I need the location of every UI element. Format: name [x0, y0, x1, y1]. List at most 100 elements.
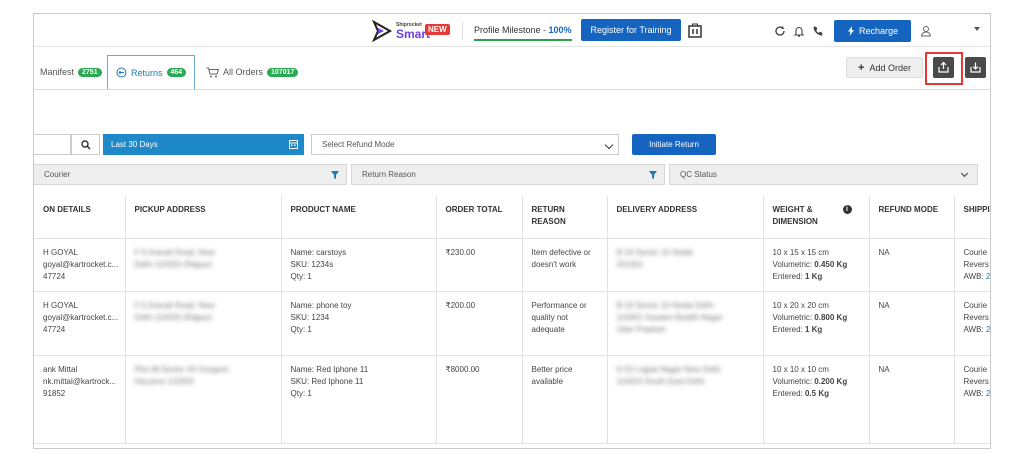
- product-sku: SKU: 1234: [290, 312, 330, 322]
- address-line: Plot 48 Sector 44 Gurgaon: [134, 364, 230, 374]
- customer-name: H GOYAL: [43, 300, 78, 310]
- dimension: 10 x 15 x 15 cm: [772, 247, 829, 257]
- pickup-address-cell: F-5 Aravali Road, New Delhi 110020 (Rajpu…: [125, 238, 282, 292]
- date-range-label: Last 30 Days: [111, 140, 158, 149]
- return-reason-filter[interactable]: Return Reason: [351, 164, 665, 185]
- account-dropdown-caret[interactable]: [974, 27, 980, 31]
- column-header-return-reason[interactable]: RETURN REASON: [522, 196, 608, 239]
- search-input[interactable]: [34, 134, 71, 155]
- milestone-progress-bar: [474, 39, 572, 41]
- chevron-down-icon: [960, 169, 969, 178]
- initiate-return-button[interactable]: Initiate Return: [632, 134, 716, 155]
- shipping-line: Revers: [963, 259, 989, 269]
- refund-mode-select[interactable]: Select Refund Mode: [311, 134, 619, 155]
- column-header-delivery-address[interactable]: DELIVERY ADDRESS: [607, 196, 764, 239]
- table-row[interactable]: H GOYAL goyal@kartrocket.c... 47724 F-5 Ar…: [34, 238, 990, 292]
- address-line: F-5 Aravali Road, New: [134, 247, 215, 257]
- recharge-button[interactable]: Recharge: [834, 20, 911, 42]
- column-header-product-name[interactable]: PRODUCT NAME: [281, 196, 437, 239]
- customer-email: goyal@kartrocket.c...: [43, 312, 119, 322]
- customer-name: ank Mittal: [43, 364, 78, 374]
- import-button[interactable]: [965, 57, 986, 78]
- search-button[interactable]: [71, 134, 100, 155]
- column-header-weight-dimension[interactable]: WEIGHT & DIMENSION i: [763, 196, 870, 239]
- table-row[interactable]: H GOYAL goyal@kartrocket.c... 47724 F-5 Ar…: [34, 291, 990, 356]
- app-frame: Shiprocket Smart NEW Profile Milestone -…: [33, 13, 991, 449]
- address-line: B-19 Sector 10 Noida: [616, 247, 694, 257]
- column-header-order-total[interactable]: ORDER TOTAL: [436, 196, 523, 239]
- phone-icon[interactable]: [812, 25, 824, 37]
- calendar-icon: [289, 140, 298, 149]
- order-details-cell: ank Mittal nk.mittal@kartrock... 91852: [34, 355, 126, 444]
- filter-row-primary: Last 30 Days Select Refund Mode Initiate…: [34, 134, 990, 156]
- returns-icon: [116, 67, 127, 78]
- address-line: Delhi 110020 (Rajpur): [134, 259, 213, 269]
- dimension: 10 x 10 x 10 cm: [772, 364, 829, 374]
- register-training-button[interactable]: Register for Training: [581, 19, 681, 41]
- refund-mode-cell: NA: [869, 291, 955, 356]
- awb-label: AWB:: [963, 271, 986, 281]
- entered-weight: 0.5 Kg: [804, 388, 829, 398]
- refresh-icon[interactable]: [774, 25, 786, 37]
- refund-mode-placeholder: Select Refund Mode: [322, 140, 395, 149]
- customer-phone: 91852: [43, 388, 66, 398]
- customer-phone: 47724: [43, 271, 66, 281]
- awb-link[interactable]: 2: [986, 272, 990, 281]
- shipping-line: Courie: [963, 247, 988, 257]
- shipping-line: Revers: [963, 376, 989, 386]
- filter-icon: [331, 171, 339, 179]
- table-header-row: ON DETAILS PICKUP ADDRESS PRODUCT NAME O…: [34, 196, 990, 239]
- shipping-line: Courie: [963, 300, 988, 310]
- awb-label: AWB:: [963, 324, 986, 334]
- awb-link[interactable]: 2: [986, 325, 990, 334]
- customer-email: goyal@kartrocket.c...: [43, 259, 119, 269]
- milestone-value: 100%: [548, 25, 572, 35]
- cart-icon: [206, 67, 219, 77]
- delivery-address-cell: B-19 Sector 10 Noida 201301: [607, 238, 764, 292]
- product-sku: SKU: 1234s: [290, 259, 334, 269]
- shipping-cell: Courie Revers AWB: 2: [954, 291, 990, 356]
- product-qty: Qty: 1: [290, 324, 312, 334]
- awb-link[interactable]: 2: [986, 389, 990, 398]
- address-line: Delhi 110020 (Rajpur): [134, 312, 213, 322]
- courier-label: Courier: [44, 170, 71, 179]
- tab-returns[interactable]: Returns 464: [107, 55, 196, 89]
- reason-line: adequate: [531, 324, 565, 334]
- user-icon[interactable]: [920, 25, 932, 37]
- qc-status-filter[interactable]: QC Status: [669, 164, 978, 185]
- column-header-refund-mode[interactable]: REFUND MODE: [869, 196, 955, 239]
- customer-email: nk.mittal@kartrock...: [43, 376, 117, 386]
- customer-name: H GOYAL: [43, 247, 78, 257]
- refund-mode-cell: NA: [869, 238, 955, 292]
- courier-filter[interactable]: Courier: [34, 164, 347, 185]
- profile-milestone[interactable]: Profile Milestone - 100%: [474, 25, 572, 35]
- weight-cell: 10 x 10 x 10 cm Volumetric: 0.200 Kg Enter…: [763, 355, 870, 444]
- column-header-shipping[interactable]: SHIPPI: [954, 196, 990, 239]
- top-bar: Shiprocket Smart NEW Profile Milestone -…: [34, 14, 990, 47]
- order-total-cell: ₹230.00: [436, 238, 523, 292]
- tab-all-orders[interactable]: All Orders 107017: [206, 55, 299, 89]
- info-icon[interactable]: i: [842, 205, 852, 215]
- briefcase-icon[interactable]: [688, 23, 702, 38]
- count-badge: 464: [166, 68, 187, 77]
- refund-mode-cell: NA: [869, 355, 955, 444]
- tab-manifest[interactable]: Manifest 2751: [40, 55, 102, 89]
- add-order-button[interactable]: + Add Order: [846, 57, 923, 78]
- shipping-line: Revers: [963, 312, 989, 322]
- product-name: Name: phone toy: [290, 300, 352, 310]
- recharge-label: Recharge: [858, 26, 899, 36]
- column-header-order-details[interactable]: ON DETAILS: [34, 196, 126, 239]
- address-line: Haryana 122003: [134, 376, 194, 386]
- filter-icon: [649, 171, 657, 179]
- order-details-cell: H GOYAL goyal@kartrocket.c... 47724: [34, 291, 126, 356]
- delivery-address-cell: B-19 Sector 10 Noida Delhi 110001 Gautam …: [607, 291, 764, 356]
- entered-label: Entered:: [772, 388, 805, 398]
- table-row[interactable]: ank Mittal nk.mittal@kartrock... 91852 Plo…: [34, 355, 990, 444]
- column-header-pickup-address[interactable]: PICKUP ADDRESS: [125, 196, 282, 239]
- entered-weight: 1 Kg: [804, 324, 823, 334]
- bell-icon[interactable]: [793, 25, 805, 37]
- date-range-picker[interactable]: Last 30 Days: [103, 134, 304, 155]
- shiprocket-logo[interactable]: Shiprocket Smart: [371, 20, 430, 42]
- entered-label: Entered:: [772, 324, 805, 334]
- product-cell: Name: carstoys SKU: 1234s Qty: 1: [281, 238, 437, 292]
